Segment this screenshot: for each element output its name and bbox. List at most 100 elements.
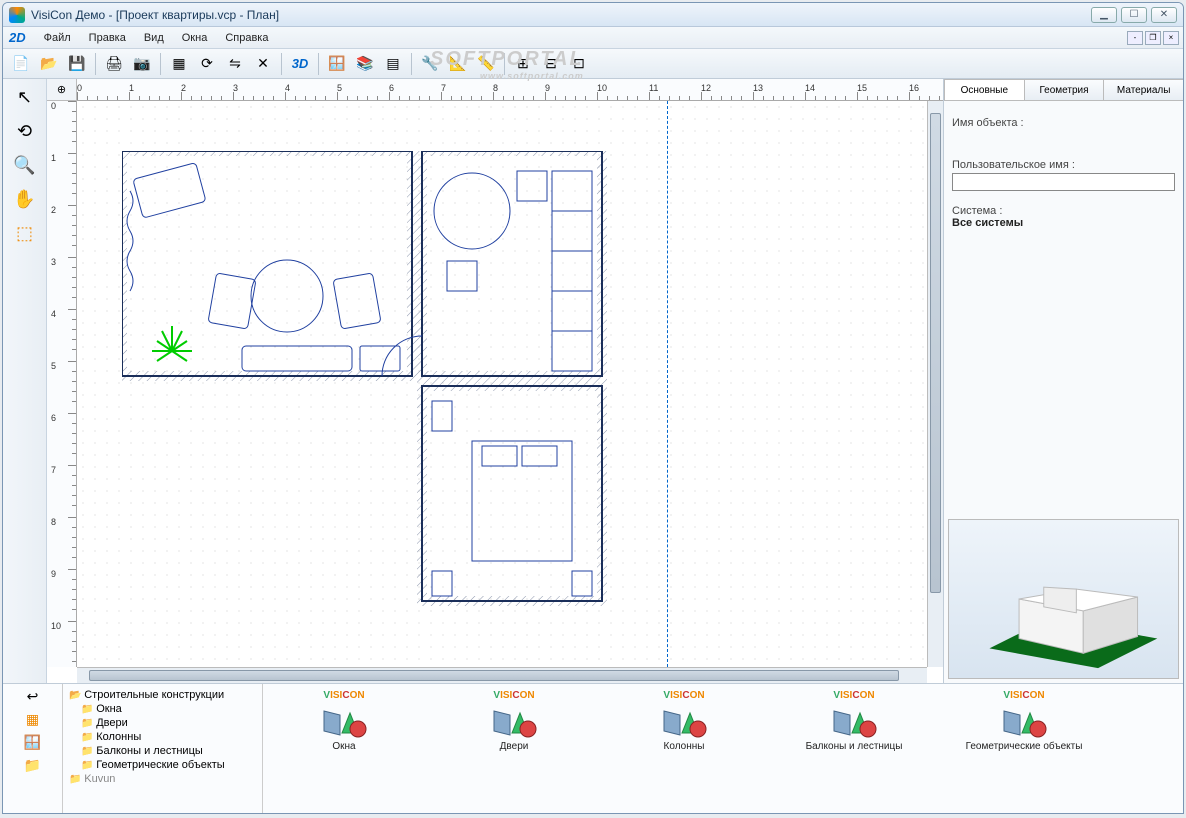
save-button[interactable]: 💾 [65, 52, 89, 76]
maximize-button[interactable]: ☐ [1121, 7, 1147, 23]
library-panel: ↩ ▦ 🪟 📁 Строительные конструкции ОкнаДве… [3, 683, 1183, 813]
open-button[interactable]: 📂 [37, 52, 61, 76]
tree-node[interactable]: Колонны [67, 730, 258, 744]
tree-node[interactable]: Двери [67, 716, 258, 730]
menu-edit[interactable]: Правка [81, 30, 134, 46]
ruler-tick: 15 [857, 83, 867, 93]
tree-node[interactable]: Окна [67, 702, 258, 716]
menu-help[interactable]: Справка [217, 30, 276, 46]
item-thumb-icon [320, 703, 368, 739]
visicon-logo: VISICON [949, 690, 1099, 701]
canvas[interactable] [77, 101, 927, 667]
tool-a-button[interactable]: 🔧 [418, 52, 442, 76]
ruler-tick: 9 [51, 569, 56, 579]
library-item[interactable]: VISICON Геометрические объекты [949, 690, 1099, 807]
item-thumb-icon [660, 703, 708, 739]
scrollbar-horizontal[interactable] [77, 667, 927, 683]
item-caption: Балконы и лестницы [779, 741, 929, 752]
libnav-back-icon[interactable]: ↩ [27, 688, 39, 705]
layers-button[interactable]: 📚 [353, 52, 377, 76]
ruler-tick: 12 [701, 83, 711, 93]
print-button[interactable]: 🖨 [102, 52, 126, 76]
library-item[interactable]: VISICONБалконы и лестницы [779, 690, 929, 807]
group-button[interactable]: ▦ [167, 52, 191, 76]
tree-node[interactable]: Балконы и лестницы [67, 744, 258, 758]
minimize-button[interactable]: ▁ [1091, 7, 1117, 23]
ruler-tick: 6 [51, 413, 56, 423]
user-name-input[interactable] [952, 173, 1175, 191]
library-tree[interactable]: Строительные конструкции ОкнаДвериКолонн… [63, 684, 263, 813]
ruler-tick: 7 [51, 465, 56, 475]
wall-tool[interactable]: ⬚ [11, 219, 39, 247]
item-caption: Окна [269, 741, 419, 752]
system-label: Система : [952, 205, 1175, 217]
visicon-logo: VISICON [269, 690, 419, 701]
item-caption: Колонны [609, 741, 759, 752]
library-item[interactable]: VISICON Двери [439, 690, 589, 807]
ruler-horizontal[interactable]: 012345678910111213141516 [77, 79, 943, 101]
tab-materials[interactable]: Материалы [1103, 79, 1184, 100]
object-name-label: Имя объекта : [952, 117, 1175, 129]
item-caption: Геометрические объекты [949, 741, 1099, 752]
ruler-tick: 5 [51, 361, 56, 371]
child-minimize-button[interactable]: - [1127, 31, 1143, 45]
ruler-vertical[interactable]: 012345678910 [47, 101, 77, 667]
pointer-tool[interactable]: ↖ [11, 83, 39, 111]
library-item[interactable]: VISICON Колонны [609, 690, 759, 807]
ruler-tick: 8 [51, 517, 56, 527]
tool-b-button[interactable]: 📐 [446, 52, 470, 76]
window-title: VisiCon Демо - [Проект квартиры.vcp - Пл… [31, 8, 1091, 22]
tree-root[interactable]: Строительные конструкции [67, 688, 258, 702]
pan-tool[interactable]: ✋ [11, 185, 39, 213]
vertical-toolbar: ↖ ⟲ 🔍 ✋ ⬚ [3, 79, 47, 683]
menu-file[interactable]: Файл [36, 30, 79, 46]
close-button[interactable]: ✕ [1151, 7, 1177, 23]
grid-button[interactable]: ▤ [381, 52, 405, 76]
child-close-button[interactable]: × [1163, 31, 1179, 45]
preview-3d[interactable] [948, 519, 1179, 679]
new-button[interactable]: 📄 [9, 52, 33, 76]
ruler-tick: 14 [805, 83, 815, 93]
guide-line[interactable] [667, 101, 668, 667]
ruler-tick: 1 [51, 153, 56, 163]
dist-button[interactable]: ⊟ [539, 52, 563, 76]
floor-plan[interactable] [122, 151, 642, 631]
zoom-tool[interactable]: 🔍 [11, 151, 39, 179]
rotate-tool[interactable]: ⟲ [11, 117, 39, 145]
libnav-window-icon[interactable]: 🪟 [24, 734, 41, 751]
visicon-logo: VISICON [609, 690, 759, 701]
mirror-button[interactable]: ⇋ [223, 52, 247, 76]
mode-2d[interactable]: 2D [9, 30, 26, 45]
visicon-logo: VISICON [439, 690, 589, 701]
ruler-tick: 4 [51, 309, 56, 319]
snap-button[interactable]: ⊡ [567, 52, 591, 76]
delete-button[interactable]: ✕ [251, 52, 275, 76]
camera-button[interactable]: 📷 [130, 52, 154, 76]
item-thumb-icon [490, 703, 538, 739]
align-button[interactable]: ⊞ [511, 52, 535, 76]
mode-3d-button[interactable]: 3D [288, 52, 312, 76]
canvas-area: ⊕ 012345678910111213141516 012345678910 [47, 79, 943, 683]
ruler-tick: 13 [753, 83, 763, 93]
main-toolbar: 📄 📂 💾 🖨 📷 ▦ ⟳ ⇋ ✕ 3D 🪟 📚 ▤ 🔧 📐 📏 ⊞ ⊟ ⊡ [3, 49, 1183, 79]
tab-geometry[interactable]: Геометрия [1024, 79, 1105, 100]
tree-node[interactable]: Геометрические объекты [67, 758, 258, 772]
menu-windows[interactable]: Окна [174, 30, 216, 46]
tree-last[interactable]: Kuvun [67, 772, 258, 786]
rotate-button[interactable]: ⟳ [195, 52, 219, 76]
ruler-tick: 0 [51, 101, 56, 111]
tool-c-button[interactable]: 📏 [474, 52, 498, 76]
ruler-tick: 10 [51, 621, 61, 631]
scrollbar-vertical[interactable] [927, 101, 943, 667]
window-button[interactable]: 🪟 [325, 52, 349, 76]
libnav-grid-icon[interactable]: ▦ [26, 711, 39, 728]
ruler-origin[interactable]: ⊕ [47, 79, 77, 101]
libnav-folder-icon[interactable]: 📁 [24, 757, 41, 774]
child-restore-button[interactable]: ❐ [1145, 31, 1161, 45]
tab-basic[interactable]: Основные [944, 79, 1025, 100]
library-item[interactable]: VISICON Окна [269, 690, 419, 807]
menu-view[interactable]: Вид [136, 30, 172, 46]
item-caption: Двери [439, 741, 589, 752]
user-name-label: Пользовательское имя : [952, 159, 1175, 171]
properties-panel: Основные Геометрия Материалы Имя объекта… [943, 79, 1183, 683]
